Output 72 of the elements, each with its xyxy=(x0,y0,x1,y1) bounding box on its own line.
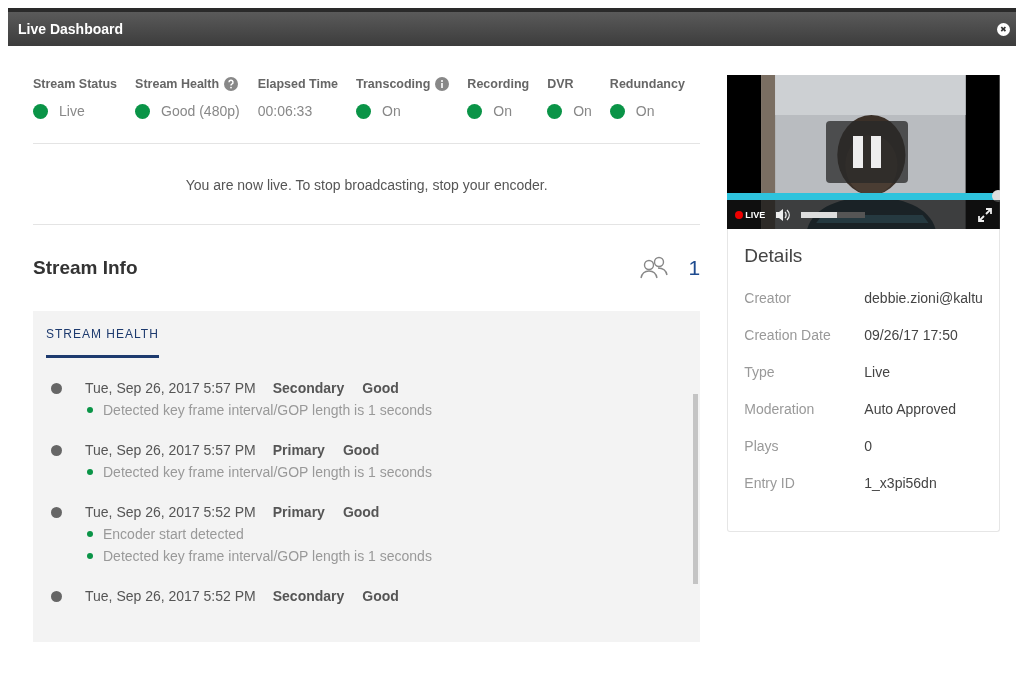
status-dot xyxy=(33,103,48,119)
event-time: Tue, Sep 26, 2017 5:57 PM xyxy=(85,380,256,396)
detail-label: Type xyxy=(744,363,776,380)
event-dot xyxy=(51,444,62,456)
event-source: Primary xyxy=(272,504,325,520)
detail-dot xyxy=(87,553,93,559)
status-dot xyxy=(547,103,563,119)
live-label: LIVE xyxy=(745,209,766,220)
status-dot xyxy=(467,103,483,119)
event-time: Tue, Sep 26, 2017 5:52 PM xyxy=(85,588,256,604)
event-detail: Encoder start detected xyxy=(103,526,244,542)
event-dot xyxy=(51,506,62,518)
help-icon[interactable] xyxy=(224,77,239,91)
fullscreen-icon[interactable] xyxy=(978,207,992,222)
pause-button[interactable] xyxy=(826,121,909,183)
event-time: Tue, Sep 26, 2017 5:52 PM xyxy=(85,504,256,520)
event-dot xyxy=(51,382,62,394)
status-label: Recording xyxy=(467,77,530,91)
event-dot xyxy=(51,590,62,602)
users-icon xyxy=(638,256,669,280)
card-title: Details xyxy=(744,245,804,267)
event-detail: Detected key frame interval/GOP length is 1 seconds xyxy=(103,464,432,480)
close-button[interactable]: ✖ xyxy=(997,22,1010,36)
volume-slider[interactable] xyxy=(801,211,866,218)
status-dot xyxy=(609,103,625,119)
status-value: Good (480p) xyxy=(161,103,240,119)
status-value: On xyxy=(493,103,513,119)
status-label: Transcoding xyxy=(356,77,431,91)
viewer-count: 1 xyxy=(688,256,701,280)
detail-value: Live xyxy=(864,363,890,380)
status-dot xyxy=(356,103,372,119)
detail-value: 0 xyxy=(864,437,873,454)
status-value: 00:06:33 xyxy=(257,103,313,119)
status-label: DVR xyxy=(547,77,574,91)
event-detail: Detected key frame interval/GOP length is 1 seconds xyxy=(103,402,432,418)
info-icon[interactable] xyxy=(435,77,450,91)
event-detail: Detected key frame interval/GOP length is 1 seconds xyxy=(103,548,432,564)
status-label: Elapsed Time xyxy=(257,77,339,91)
detail-dot xyxy=(87,531,93,537)
detail-label: Creator xyxy=(744,289,792,306)
status-label: Redundancy xyxy=(609,77,685,91)
event-health: Good xyxy=(362,588,399,604)
live-message: You are now live. To stop broadcasting, stop your encoder. xyxy=(33,144,701,225)
detail-label: Plays xyxy=(744,437,780,454)
detail-value: debbie.zioni@kaltu xyxy=(864,289,983,306)
volume-icon[interactable] xyxy=(775,207,792,222)
event-source: Secondary xyxy=(272,380,345,396)
section-title: Stream Info xyxy=(33,257,139,279)
event-source: Secondary xyxy=(272,588,345,604)
status-value: Live xyxy=(59,103,85,119)
event-time: Tue, Sep 26, 2017 5:57 PM xyxy=(85,442,256,458)
status-value: On xyxy=(573,103,592,119)
detail-dot xyxy=(87,407,93,413)
detail-value: 09/26/17 17:50 xyxy=(864,326,958,343)
event-source: Primary xyxy=(272,442,325,458)
event-health: Good xyxy=(342,504,380,520)
status-dot xyxy=(135,103,151,119)
live-dot xyxy=(735,210,744,219)
window-title: Live Dashboard xyxy=(18,21,125,37)
status-value: On xyxy=(635,103,655,119)
detail-dot xyxy=(87,469,93,475)
detail-label: Moderation xyxy=(744,400,816,417)
status-label: Stream Status xyxy=(33,77,118,91)
status-label: Stream Health xyxy=(135,77,220,91)
event-health: Good xyxy=(342,442,380,458)
detail-label: Entry ID xyxy=(744,474,796,491)
status-value: On xyxy=(382,103,401,119)
detail-value: 1_x3pi56dn xyxy=(864,474,937,491)
event-health: Good xyxy=(362,380,399,396)
tab[interactable]: STREAM HEALTH xyxy=(46,325,159,358)
detail-label: Creation Date xyxy=(744,326,832,343)
detail-value: Auto Approved xyxy=(864,400,957,417)
